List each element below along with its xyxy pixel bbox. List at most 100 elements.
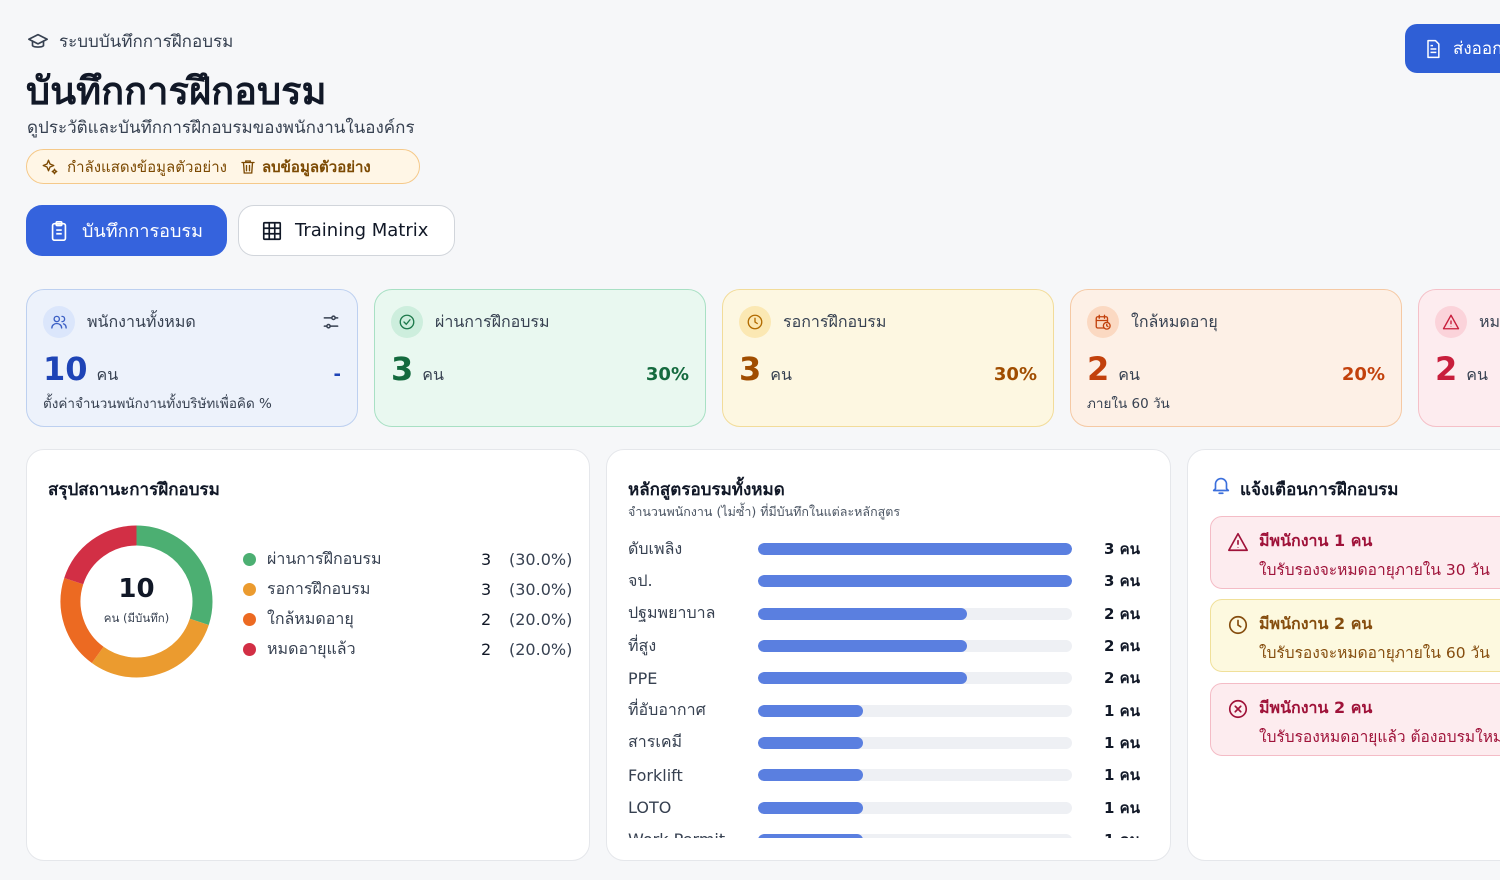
legend-count: 3 <box>481 579 492 599</box>
course-row: ดับเพลิง 3 คน <box>628 533 1148 565</box>
export-button[interactable]: ส่งออก <box>1405 24 1500 73</box>
stat-card-total[interactable]: พนักงานทั้งหมด 10 คน - ตั้งค่าจำนวนพนักง… <box>26 289 358 427</box>
legend-label: ใกล้หมดอายุ <box>267 608 354 628</box>
tab-training-records[interactable]: บันทึกการอบรม <box>26 205 227 256</box>
course-count: 1 คน <box>1104 701 1140 720</box>
course-name: ที่สูง <box>628 635 657 655</box>
alert-text: ใบรับรองหมดอายุแล้ว ต้องอบรมใหม่ <box>1259 728 1500 746</box>
course-row: Forklift 1 คน <box>628 759 1148 791</box>
legend-item-near-expiry: ใกล้หมดอายุ 2 (20.0%) <box>243 604 573 634</box>
course-name: PPE <box>628 668 658 688</box>
course-row: ที่อับอากาศ 1 คน <box>628 694 1148 726</box>
stat-passed-percent: 30% <box>645 364 689 385</box>
course-bar <box>758 833 863 838</box>
legend-label: ผ่านการฝึกอบรม <box>267 548 382 568</box>
course-name: ดับเพลิง <box>628 538 683 558</box>
legend-percent: (20.0%) <box>509 639 573 659</box>
stat-near-value: 2 <box>1087 350 1110 388</box>
stat-pending-unit: คน <box>770 365 792 384</box>
legend-percent: (30.0%) <box>509 549 573 569</box>
stat-pending-label: รอการฝึกอบรม <box>783 311 887 331</box>
course-name: ที่อับอากาศ <box>628 700 706 720</box>
stat-pending-value: 3 <box>739 350 762 388</box>
legend-count: 3 <box>481 549 492 569</box>
stat-passed-label: ผ่านการฝึกอบรม <box>435 311 550 331</box>
stat-card-passed[interactable]: ผ่านการฝึกอบรม 3 คน 30% <box>374 289 706 427</box>
legend-item-expired: หมดอายุแล้ว 2 (20.0%) <box>243 634 573 664</box>
alerts-title: แจ้งเตือนการฝึกอบรม <box>1240 480 1399 500</box>
donut-total: 10 <box>118 573 155 604</box>
stat-total-label: พนักงานทั้งหมด <box>87 311 196 331</box>
clock-icon <box>1228 615 1248 635</box>
course-count: 1 คน <box>1104 828 1140 838</box>
training-summary-panel: สรุปสถานะการฝึกอบรม 10 คน (มีบันทึก) ผ่า… <box>26 449 590 861</box>
sample-data-notice: กำลังแสดงข้อมูลตัวอย่าง ลบข้อมูลตัวอย่าง <box>26 149 420 184</box>
legend-item-passed: ผ่านการฝึกอบรม 3 (30.0%) <box>243 544 573 574</box>
alert-text: ใบรับรองจะหมดอายุภายใน 60 วัน <box>1259 644 1490 662</box>
tab-training-records-label: บันทึกการอบรม <box>82 221 203 242</box>
course-row: PPE 2 คน <box>628 662 1148 694</box>
course-bar <box>758 736 863 749</box>
course-bar <box>758 672 968 685</box>
course-bar-track <box>758 543 1072 556</box>
alert-expiring-60-days[interactable]: มีพนักงาน 2 คน ใบรับรองจะหมดอายุภายใน 60… <box>1210 599 1500 672</box>
course-count: 3 คน <box>1104 572 1140 591</box>
stat-expired-value: 2 <box>1435 350 1458 388</box>
course-count: 2 คน <box>1104 637 1140 656</box>
course-bar <box>758 704 863 717</box>
course-bar <box>758 575 1072 588</box>
course-bar-list[interactable]: ดับเพลิง 3 คน จป. 3 คน ปฐมพยาบาล 2 คน ที่สูง 2 … <box>628 533 1148 838</box>
legend-percent: (20.0%) <box>509 609 573 629</box>
course-count: 1 คน <box>1104 766 1140 785</box>
stat-card-expired[interactable]: หม 2 คน <box>1418 289 1500 427</box>
stat-near-unit: คน <box>1118 365 1140 384</box>
table-grid-icon <box>262 221 282 240</box>
alert-expired[interactable]: มีพนักงาน 2 คน ใบรับรองหมดอายุแล้ว ต้องอ… <box>1210 683 1500 756</box>
stat-card-near-expiry[interactable]: ใกล้หมดอายุ 2 คน 20% ภายใน 60 วัน <box>1070 289 1402 427</box>
legend-label: หมดอายุแล้ว <box>267 638 356 658</box>
courses-subtitle: จำนวนพนักงาน (ไม่ซ้ำ) ที่มีบันทึกในแต่ละ… <box>628 504 901 519</box>
course-row: ปฐมพยาบาล 2 คน <box>628 598 1148 630</box>
course-bar <box>758 543 1072 556</box>
clipboard-icon <box>51 220 67 241</box>
stat-expired-label: หม <box>1479 311 1500 331</box>
course-row: ที่สูง 2 คน <box>628 630 1148 662</box>
course-name: Forklift <box>628 765 683 785</box>
legend-dot <box>243 552 256 566</box>
sparkles-icon <box>42 159 58 174</box>
course-count: 3 คน <box>1104 540 1140 559</box>
trash-icon <box>241 159 255 174</box>
courses-title: หลักสูตรอบรมทั้งหมด <box>628 480 785 500</box>
course-row: จป. 3 คน <box>628 565 1148 597</box>
file-export-icon <box>1427 39 1440 58</box>
stat-near-note: ภายใน 60 วัน <box>1087 396 1170 412</box>
course-bar <box>758 640 968 653</box>
alert-expiring-30-days[interactable]: มีพนักงาน 1 คน ใบรับรองจะหมดอายุภายใน 30… <box>1210 516 1500 589</box>
donut-caption: คน (มีบันทึก) <box>103 610 170 625</box>
course-bar-track <box>758 736 1072 749</box>
page-subtitle: ดูประวัติและบันทึกการฝึกอบรมของพนักงานใน… <box>27 118 415 138</box>
stat-passed-value: 3 <box>391 350 414 388</box>
course-name: ปฐมพยาบาล <box>628 603 716 623</box>
users-icon <box>43 306 75 338</box>
alert-title: มีพนักงาน 2 คน <box>1259 698 1373 717</box>
course-name: สารเคมี <box>628 732 683 752</box>
stat-total-note: ตั้งค่าจำนวนพนักงานทั้งบริษัทเพื่อคิด % <box>43 396 272 412</box>
alerts-panel: แจ้งเตือนการฝึกอบรม มีพนักงาน 1 คน ใบรับ… <box>1187 449 1500 861</box>
alert-title: มีพนักงาน 1 คน <box>1259 531 1373 550</box>
clear-sample-label: ลบข้อมูลตัวอย่าง <box>261 157 371 176</box>
stat-card-pending[interactable]: รอการฝึกอบรม 3 คน 30% <box>722 289 1054 427</box>
clock-icon <box>739 306 771 338</box>
course-bar-track <box>758 575 1072 588</box>
tab-training-matrix[interactable]: Training Matrix <box>238 205 455 256</box>
stat-total-percent: - <box>333 364 341 385</box>
course-bar-track <box>758 607 1072 620</box>
course-count: 2 คน <box>1104 669 1140 688</box>
stat-passed-unit: คน <box>422 365 444 384</box>
legend-percent: (30.0%) <box>509 579 573 599</box>
legend-label: รอการฝึกอบรม <box>267 578 371 598</box>
clear-sample-button[interactable]: ลบข้อมูลตัวอย่าง <box>239 155 371 179</box>
settings-sliders-icon[interactable] <box>321 312 341 332</box>
course-count: 1 คน <box>1104 798 1140 817</box>
check-circle-icon <box>391 306 423 338</box>
